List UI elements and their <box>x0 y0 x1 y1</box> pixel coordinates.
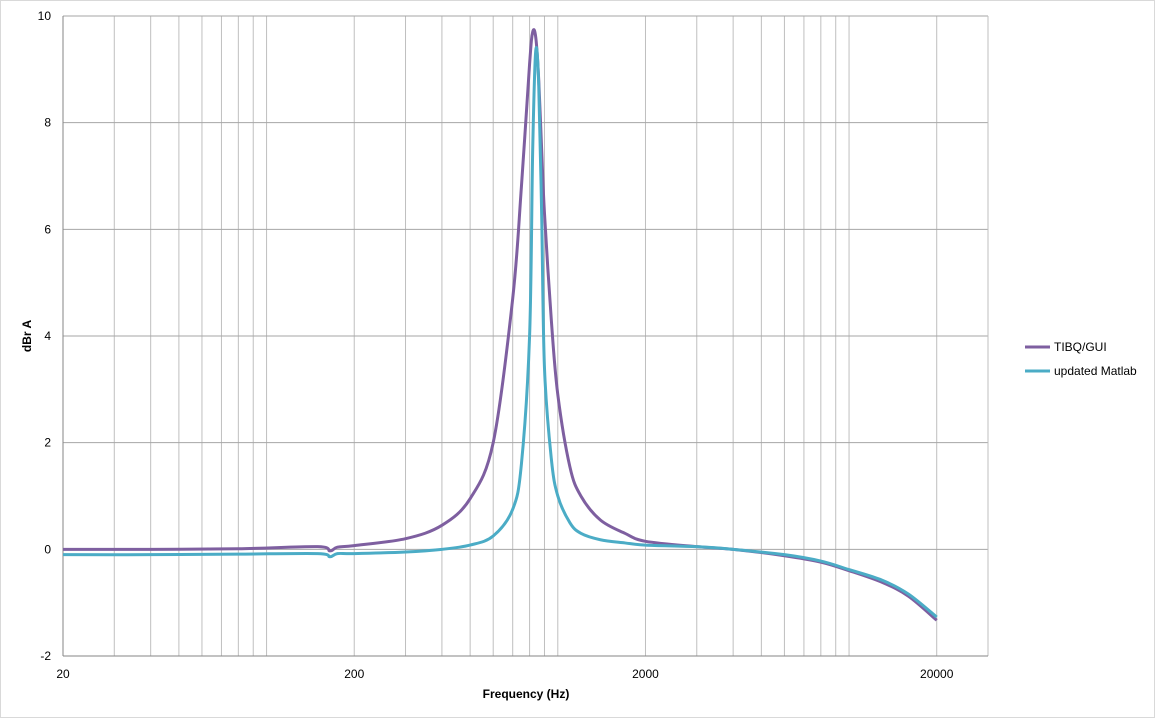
x-axis-title: Frequency (Hz) <box>483 687 570 701</box>
y-tick-label: 0 <box>44 542 51 556</box>
x-tick-label: 2000 <box>632 667 659 681</box>
frequency-response-chart: -2 0 2 4 6 8 10 20 200 2000 20000 Frequency (Hz) d… <box>20 9 1137 701</box>
y-axis-title: dBr A <box>20 320 34 353</box>
series-lines <box>62 28 938 622</box>
legend-label-tibq-gui: TIBQ/GUI <box>1054 340 1107 354</box>
tick-labels: -2 0 2 4 6 8 10 20 200 2000 20000 <box>38 9 954 681</box>
y-tick-label: 2 <box>44 436 51 450</box>
x-tick-label: 200 <box>344 667 364 681</box>
chart-frame: -2 0 2 4 6 8 10 20 200 2000 20000 Frequency (Hz) d… <box>0 0 1155 718</box>
legend-label-updated-matlab: updated Matlab <box>1054 364 1137 378</box>
y-tick-label: 4 <box>44 329 51 343</box>
y-tick-label: 10 <box>38 9 52 23</box>
y-tick-label: 6 <box>44 222 51 236</box>
y-tick-label: -2 <box>40 649 51 663</box>
y-tick-label: 8 <box>44 116 51 130</box>
legend: TIBQ/GUI updated Matlab <box>1025 340 1137 378</box>
x-tick-label: 20 <box>56 667 70 681</box>
x-tick-label: 20000 <box>920 667 954 681</box>
series-line-updated-matlab <box>62 46 938 619</box>
